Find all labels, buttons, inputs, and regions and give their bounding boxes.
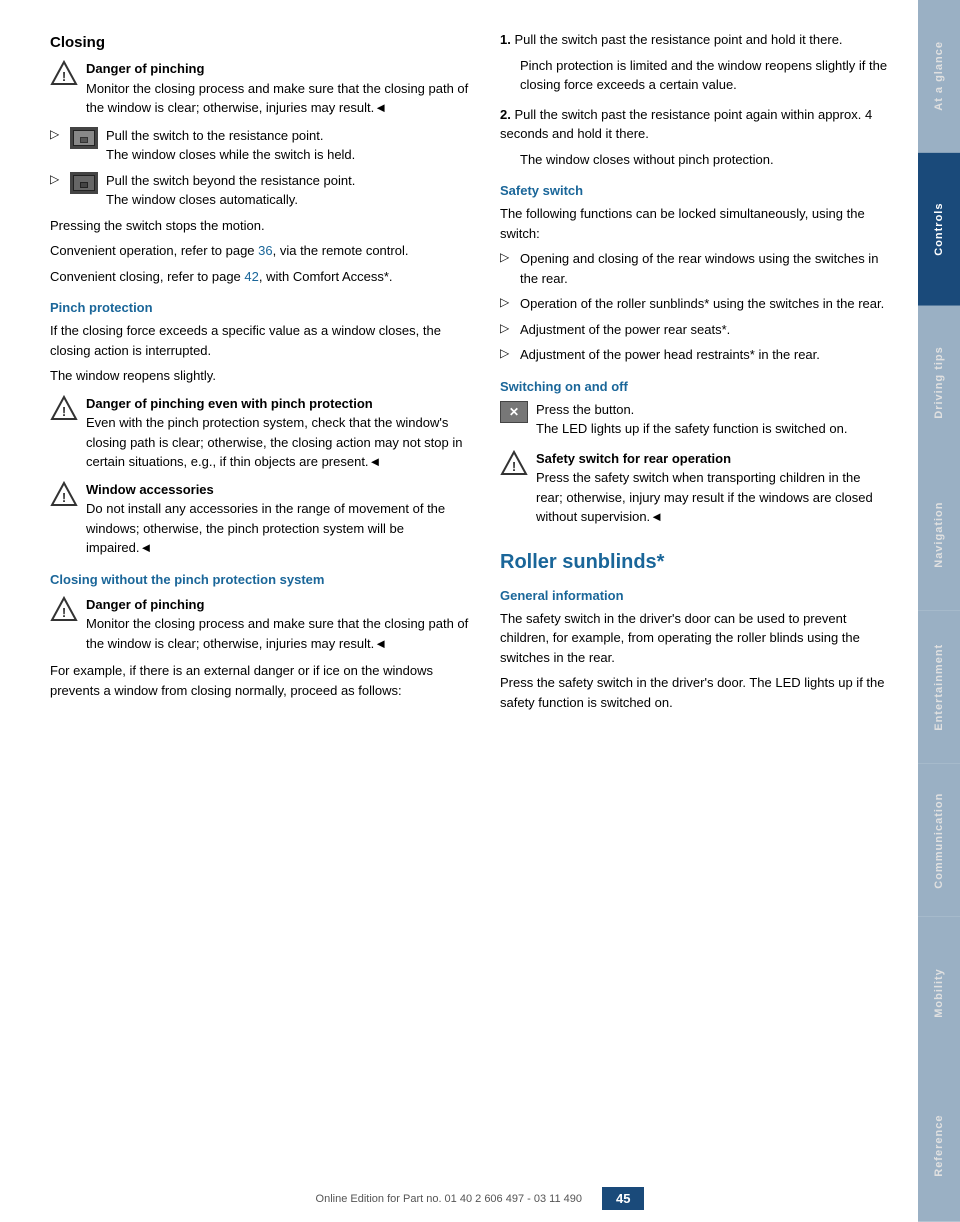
warning-box-4: ! Danger of pinching Monitor the closing… bbox=[50, 595, 470, 654]
sidebar-tab-driving-tips[interactable]: Driving tips bbox=[918, 306, 960, 459]
safety-bullet3-text: Adjustment of the power rear seats*. bbox=[520, 320, 730, 340]
step-2: 2. Pull the switch past the resistance p… bbox=[500, 105, 890, 170]
safety-switch-title: Safety switch bbox=[500, 183, 890, 198]
bullet-item-1: ▷ Pull the switch to the resistance poin… bbox=[50, 126, 470, 165]
warning-text-2: Danger of pinching even with pinch prote… bbox=[86, 394, 470, 472]
sidebar-tab-at-a-glance[interactable]: At a glance bbox=[918, 0, 960, 153]
page-container: Closing ! Danger of pinching Monitor the… bbox=[0, 0, 960, 1222]
page-link-36[interactable]: 36 bbox=[258, 243, 272, 258]
safety-bullet4-text: Adjustment of the power head restraints*… bbox=[520, 345, 820, 365]
pinch-text2: The window reopens slightly. bbox=[50, 366, 470, 386]
sidebar-tab-controls[interactable]: Controls bbox=[918, 153, 960, 306]
warning-box-5: ! Safety switch for rear operation Press… bbox=[500, 449, 890, 527]
main-title: Closing bbox=[50, 34, 470, 51]
danger-icon-1: ! bbox=[50, 59, 78, 87]
sidebar-tab-entertainment[interactable]: Entertainment bbox=[918, 611, 960, 764]
safety-bullet2-text: Operation of the roller sunblinds* using… bbox=[520, 294, 884, 314]
safety-bullet-2: ▷ Operation of the roller sunblinds* usi… bbox=[500, 294, 890, 314]
triangle-svg-1: ! bbox=[50, 59, 78, 87]
sidebar-tab-mobility[interactable]: Mobility bbox=[918, 917, 960, 1070]
roller-title: Roller sunblinds* bbox=[500, 551, 890, 574]
convenient2-text: Convenient closing, refer to page 42, wi… bbox=[50, 267, 470, 287]
page-number: 45 bbox=[602, 1187, 644, 1210]
left-column: Closing ! Danger of pinching Monitor the… bbox=[50, 30, 470, 1182]
press-text: Pressing the switch stops the motion. bbox=[50, 216, 470, 236]
danger-icon-5: ! bbox=[500, 449, 528, 477]
step2-num: 2. bbox=[500, 107, 511, 122]
general-text2: Press the safety switch in the driver's … bbox=[500, 673, 890, 712]
svg-text:!: ! bbox=[512, 459, 516, 474]
footer-text: Online Edition for Part no. 01 40 2 606 … bbox=[316, 1193, 582, 1205]
page-footer: Online Edition for Part no. 01 40 2 606 … bbox=[0, 1187, 960, 1210]
bullet-text-2: Pull the switch beyond the resistance po… bbox=[106, 171, 355, 210]
warning-text-3: Window accessories Do not install any ac… bbox=[86, 480, 470, 558]
roller-section: Roller sunblinds* General information Th… bbox=[500, 551, 890, 713]
switching-step1-content: Press the button. The LED lights up if t… bbox=[536, 400, 847, 439]
warning-text-1: Danger of pinching Monitor the closing p… bbox=[86, 59, 470, 118]
external-danger-text: For example, if there is an external dan… bbox=[50, 661, 470, 700]
switching-step1: ✕ Press the button. The LED lights up if… bbox=[500, 400, 890, 439]
safety-text: The following functions can be locked si… bbox=[500, 204, 890, 243]
danger-icon-2: ! bbox=[50, 394, 78, 422]
triangle-svg-2: ! bbox=[50, 394, 78, 422]
danger-icon-4: ! bbox=[50, 595, 78, 623]
safety-bullet-4: ▷ Adjustment of the power head restraint… bbox=[500, 345, 890, 365]
triangle-svg-4: ! bbox=[50, 595, 78, 623]
arrow-icon-1: ▷ bbox=[50, 127, 62, 141]
step-1: 1. Pull the switch past the resistance p… bbox=[500, 30, 890, 95]
svg-text:!: ! bbox=[62, 605, 66, 620]
step1-sub: Pinch protection is limited and the wind… bbox=[520, 56, 890, 95]
general-info-title: General information bbox=[500, 588, 890, 603]
triangle-svg-5: ! bbox=[500, 449, 528, 477]
warning-text-4: Danger of pinching Monitor the closing p… bbox=[86, 595, 470, 654]
arrow-icon-6: ▷ bbox=[500, 346, 512, 360]
safety-bullet-3: ▷ Adjustment of the power rear seats*. bbox=[500, 320, 890, 340]
pinch-protection-title: Pinch protection bbox=[50, 300, 470, 315]
main-content: Closing ! Danger of pinching Monitor the… bbox=[0, 0, 918, 1222]
switch-icon-2 bbox=[70, 172, 98, 194]
svg-text:!: ! bbox=[62, 69, 66, 84]
closing-nopinch-title: Closing without the pinch protection sys… bbox=[50, 572, 470, 587]
sidebar-tab-navigation[interactable]: Navigation bbox=[918, 458, 960, 611]
right-column: 1. Pull the switch past the resistance p… bbox=[490, 30, 890, 1182]
safety-bullet-1: ▷ Opening and closing of the rear window… bbox=[500, 249, 890, 288]
warning-box-3: ! Window accessories Do not install any … bbox=[50, 480, 470, 558]
svg-text:!: ! bbox=[62, 404, 66, 419]
svg-text:!: ! bbox=[62, 490, 66, 505]
pinch-text1: If the closing force exceeds a specific … bbox=[50, 321, 470, 360]
convenient1-text: Convenient operation, refer to page 36, … bbox=[50, 241, 470, 261]
arrow-icon-5: ▷ bbox=[500, 321, 512, 335]
bullet-item-2: ▷ Pull the switch beyond the resistance … bbox=[50, 171, 470, 210]
warning-box-2: ! Danger of pinching even with pinch pro… bbox=[50, 394, 470, 472]
sidebar-tab-communication[interactable]: Communication bbox=[918, 764, 960, 917]
step1-text: Pull the switch past the resistance poin… bbox=[514, 32, 842, 47]
step2-text: Pull the switch past the resistance poin… bbox=[500, 107, 872, 142]
button-x-icon: ✕ bbox=[509, 405, 519, 419]
arrow-icon-4: ▷ bbox=[500, 295, 512, 309]
page-link-42[interactable]: 42 bbox=[244, 269, 258, 284]
danger-icon-3: ! bbox=[50, 480, 78, 508]
arrow-icon-2: ▷ bbox=[50, 172, 62, 186]
warning-text-5: Safety switch for rear operation Press t… bbox=[536, 449, 890, 527]
step2-sub: The window closes without pinch protecti… bbox=[520, 150, 890, 170]
bullet-text-1: Pull the switch to the resistance point.… bbox=[106, 126, 355, 165]
switching-title: Switching on and off bbox=[500, 379, 890, 394]
safety-bullet1-text: Opening and closing of the rear windows … bbox=[520, 249, 890, 288]
triangle-svg-3: ! bbox=[50, 480, 78, 508]
sidebar: At a glance Controls Driving tips Naviga… bbox=[918, 0, 960, 1222]
step1-num: 1. bbox=[500, 32, 511, 47]
warning-box-1: ! Danger of pinching Monitor the closing… bbox=[50, 59, 470, 118]
button-icon: ✕ bbox=[500, 401, 528, 423]
general-text1: The safety switch in the driver's door c… bbox=[500, 609, 890, 668]
switch-icon-1 bbox=[70, 127, 98, 149]
arrow-icon-3: ▷ bbox=[500, 250, 512, 264]
